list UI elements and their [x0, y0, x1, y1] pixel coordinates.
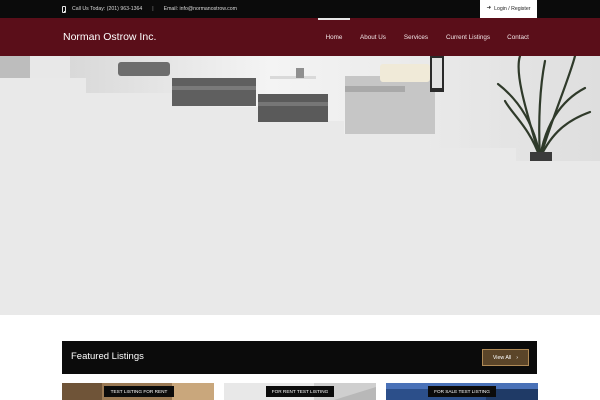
- login-register-label: Login / Register: [494, 6, 531, 12]
- hero-interior-photo: [0, 56, 600, 161]
- listing-card[interactable]: TEST LISTING FOR RENT: [62, 383, 214, 400]
- mobile-phone-icon: [62, 5, 66, 13]
- nav-item-label: Services: [403, 33, 429, 41]
- sign-in-icon: ➜: [486, 5, 492, 12]
- chevron-right-icon: ›: [516, 354, 519, 361]
- nav-item-about-us[interactable]: About Us: [355, 18, 391, 56]
- site-brand[interactable]: Norman Ostrow Inc.: [63, 31, 156, 43]
- nav-item-label: Current Listings: [445, 33, 491, 41]
- nav-item-current-listings[interactable]: Current Listings: [440, 18, 496, 56]
- site-header: Norman Ostrow Inc. Home About Us Service…: [0, 18, 600, 56]
- hero-banner: [0, 56, 600, 315]
- email-text[interactable]: Email: info@normanostrow.com: [164, 6, 237, 12]
- featured-listings-bar: Featured Listings View All ›: [62, 341, 537, 374]
- nav-item-label: About Us: [360, 33, 386, 41]
- nav-item-contact[interactable]: Contact: [502, 18, 534, 56]
- view-all-label: View All: [492, 354, 512, 361]
- listing-card[interactable]: FOR SALE TEST LISTING: [386, 383, 538, 400]
- phone-text[interactable]: Call Us Today: (201) 963-1364: [72, 6, 142, 12]
- listing-badge: FOR RENT TEST LISTING: [266, 386, 334, 397]
- listing-card[interactable]: FOR RENT TEST LISTING: [224, 383, 376, 400]
- nav-item-services[interactable]: Services: [398, 18, 434, 56]
- login-register-button[interactable]: ➜ Login / Register: [480, 0, 537, 18]
- listing-badge: TEST LISTING FOR RENT: [104, 386, 174, 397]
- contact-separator: |: [152, 6, 154, 12]
- contact-info: Call Us Today: (201) 963-1364 | Email: i…: [62, 0, 237, 18]
- listing-badge: FOR SALE TEST LISTING: [428, 386, 496, 397]
- nav-item-home[interactable]: Home: [318, 18, 350, 56]
- featured-listings-title: Featured Listings: [71, 351, 144, 362]
- nav-item-label: Home: [325, 33, 343, 41]
- nav-item-label: Contact: [507, 33, 529, 41]
- top-utility-bar: Call Us Today: (201) 963-1364 | Email: i…: [0, 0, 600, 18]
- view-all-button[interactable]: View All ›: [482, 349, 529, 366]
